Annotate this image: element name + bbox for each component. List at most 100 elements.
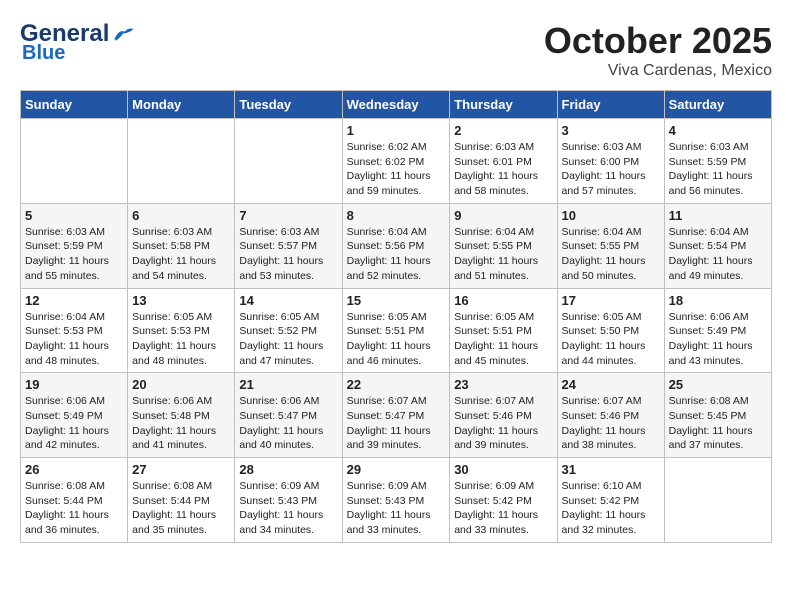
day-number: 8 — [347, 208, 446, 223]
calendar-cell — [21, 119, 128, 204]
calendar-body: 1Sunrise: 6:02 AMSunset: 6:02 PMDaylight… — [21, 119, 772, 543]
day-info: Sunrise: 6:09 AMSunset: 5:43 PMDaylight:… — [347, 479, 446, 538]
calendar-cell: 27 Sunrise: 6:08 AMSunset: 5:44 PMDayligh… — [128, 458, 235, 543]
day-number: 25 — [669, 377, 767, 392]
day-number: 23 — [454, 377, 552, 392]
calendar-cell: 4 Sunrise: 6:03 AMSunset: 5:59 PMDaylight… — [664, 119, 771, 204]
header-cell-saturday: Saturday — [664, 91, 771, 119]
calendar-cell — [235, 119, 342, 204]
day-info: Sunrise: 6:07 AMSunset: 5:46 PMDaylight:… — [562, 394, 660, 453]
calendar-cell: 18 Sunrise: 6:06 AMSunset: 5:49 PMDayligh… — [664, 288, 771, 373]
day-number: 13 — [132, 293, 230, 308]
day-number: 29 — [347, 462, 446, 477]
day-number: 10 — [562, 208, 660, 223]
day-info: Sunrise: 6:03 AMSunset: 5:57 PMDaylight:… — [239, 225, 337, 284]
day-number: 3 — [562, 123, 660, 138]
day-number: 12 — [25, 293, 123, 308]
day-number: 20 — [132, 377, 230, 392]
logo-blue: Blue — [22, 42, 65, 65]
calendar-cell: 8Sunrise: 6:04 AMSunset: 5:56 PMDaylight… — [342, 203, 450, 288]
day-number: 7 — [239, 208, 337, 223]
day-info: Sunrise: 6:06 AMSunset: 5:48 PMDaylight:… — [132, 394, 230, 453]
day-info: Sunrise: 6:08 AMSunset: 5:45 PMDaylight:… — [669, 394, 767, 453]
day-number: 19 — [25, 377, 123, 392]
calendar-cell: 14 Sunrise: 6:05 AMSunset: 5:52 PMDayligh… — [235, 288, 342, 373]
day-number: 30 — [454, 462, 552, 477]
day-number: 2 — [454, 123, 552, 138]
day-info: Sunrise: 6:07 AMSunset: 5:46 PMDaylight:… — [454, 394, 552, 453]
week-row-4: 19 Sunrise: 6:06 AMSunset: 5:49 PMDayligh… — [21, 373, 772, 458]
calendar-header-row: SundayMondayTuesdayWednesdayThursdayFrid… — [21, 91, 772, 119]
calendar-cell: 6Sunrise: 6:03 AMSunset: 5:58 PMDaylight… — [128, 203, 235, 288]
logo: General Blue — [20, 20, 135, 65]
week-row-3: 12 Sunrise: 6:04 AMSunset: 5:53 PMDayligh… — [21, 288, 772, 373]
day-info: Sunrise: 6:02 AMSunset: 6:02 PMDaylight:… — [347, 140, 446, 199]
calendar-cell: 11 Sunrise: 6:04 AMSunset: 5:54 PMDayligh… — [664, 203, 771, 288]
calendar-cell: 12 Sunrise: 6:04 AMSunset: 5:53 PMDayligh… — [21, 288, 128, 373]
day-number: 14 — [239, 293, 337, 308]
day-info: Sunrise: 6:09 AMSunset: 5:43 PMDaylight:… — [239, 479, 337, 538]
day-info: Sunrise: 6:05 AMSunset: 5:51 PMDaylight:… — [454, 310, 552, 369]
day-number: 24 — [562, 377, 660, 392]
day-number: 5 — [25, 208, 123, 223]
header-cell-tuesday: Tuesday — [235, 91, 342, 119]
day-info: Sunrise: 6:03 AMSunset: 6:01 PMDaylight:… — [454, 140, 552, 199]
day-info: Sunrise: 6:03 AMSunset: 5:59 PMDaylight:… — [669, 140, 767, 199]
day-info: Sunrise: 6:10 AMSunset: 5:42 PMDaylight:… — [562, 479, 660, 538]
day-number: 11 — [669, 208, 767, 223]
day-info: Sunrise: 6:04 AMSunset: 5:55 PMDaylight:… — [454, 225, 552, 284]
calendar-cell: 5 Sunrise: 6:03 AMSunset: 5:59 PMDaylight… — [21, 203, 128, 288]
calendar-cell: 28 Sunrise: 6:09 AMSunset: 5:43 PMDayligh… — [235, 458, 342, 543]
day-info: Sunrise: 6:05 AMSunset: 5:51 PMDaylight:… — [347, 310, 446, 369]
calendar-cell: 1Sunrise: 6:02 AMSunset: 6:02 PMDaylight… — [342, 119, 450, 204]
day-number: 27 — [132, 462, 230, 477]
day-number: 4 — [669, 123, 767, 138]
day-info: Sunrise: 6:07 AMSunset: 5:47 PMDaylight:… — [347, 394, 446, 453]
calendar-cell: 30 Sunrise: 6:09 AMSunset: 5:42 PMDayligh… — [450, 458, 557, 543]
calendar-cell: 24 Sunrise: 6:07 AMSunset: 5:46 PMDayligh… — [557, 373, 664, 458]
day-number: 6 — [132, 208, 230, 223]
calendar-cell: 13 Sunrise: 6:05 AMSunset: 5:53 PMDayligh… — [128, 288, 235, 373]
day-number: 17 — [562, 293, 660, 308]
calendar-cell: 7 Sunrise: 6:03 AMSunset: 5:57 PMDaylight… — [235, 203, 342, 288]
day-info: Sunrise: 6:08 AMSunset: 5:44 PMDaylight:… — [25, 479, 123, 538]
calendar-cell: 9 Sunrise: 6:04 AMSunset: 5:55 PMDaylight… — [450, 203, 557, 288]
calendar-cell — [664, 458, 771, 543]
calendar-cell: 20 Sunrise: 6:06 AMSunset: 5:48 PMDayligh… — [128, 373, 235, 458]
day-info: Sunrise: 6:03 AMSunset: 5:59 PMDaylight:… — [25, 225, 123, 284]
header-cell-friday: Friday — [557, 91, 664, 119]
day-info: Sunrise: 6:05 AMSunset: 5:52 PMDaylight:… — [239, 310, 337, 369]
day-info: Sunrise: 6:06 AMSunset: 5:49 PMDaylight:… — [25, 394, 123, 453]
day-info: Sunrise: 6:04 AMSunset: 5:53 PMDaylight:… — [25, 310, 123, 369]
calendar-cell — [128, 119, 235, 204]
day-number: 16 — [454, 293, 552, 308]
calendar-cell: 26 Sunrise: 6:08 AMSunset: 5:44 PMDayligh… — [21, 458, 128, 543]
header-cell-monday: Monday — [128, 91, 235, 119]
week-row-5: 26 Sunrise: 6:08 AMSunset: 5:44 PMDayligh… — [21, 458, 772, 543]
day-number: 28 — [239, 462, 337, 477]
day-number: 18 — [669, 293, 767, 308]
week-row-1: 1Sunrise: 6:02 AMSunset: 6:02 PMDaylight… — [21, 119, 772, 204]
day-number: 31 — [562, 462, 660, 477]
day-info: Sunrise: 6:04 AMSunset: 5:55 PMDaylight:… — [562, 225, 660, 284]
calendar-cell: 2 Sunrise: 6:03 AMSunset: 6:01 PMDaylight… — [450, 119, 557, 204]
header-cell-wednesday: Wednesday — [342, 91, 450, 119]
day-info: Sunrise: 6:05 AMSunset: 5:53 PMDaylight:… — [132, 310, 230, 369]
day-number: 9 — [454, 208, 552, 223]
calendar-cell: 31 Sunrise: 6:10 AMSunset: 5:42 PMDayligh… — [557, 458, 664, 543]
day-info: Sunrise: 6:09 AMSunset: 5:42 PMDaylight:… — [454, 479, 552, 538]
day-number: 26 — [25, 462, 123, 477]
day-number: 15 — [347, 293, 446, 308]
calendar-cell: 22 Sunrise: 6:07 AMSunset: 5:47 PMDayligh… — [342, 373, 450, 458]
day-info: Sunrise: 6:04 AMSunset: 5:54 PMDaylight:… — [669, 225, 767, 284]
calendar-cell: 29 Sunrise: 6:09 AMSunset: 5:43 PMDayligh… — [342, 458, 450, 543]
day-number: 22 — [347, 377, 446, 392]
day-info: Sunrise: 6:03 AMSunset: 6:00 PMDaylight:… — [562, 140, 660, 199]
month-title: October 2025 — [544, 20, 772, 62]
day-info: Sunrise: 6:08 AMSunset: 5:44 PMDaylight:… — [132, 479, 230, 538]
day-info: Sunrise: 6:06 AMSunset: 5:49 PMDaylight:… — [669, 310, 767, 369]
calendar-cell: 25 Sunrise: 6:08 AMSunset: 5:45 PMDayligh… — [664, 373, 771, 458]
calendar-cell: 21Sunrise: 6:06 AMSunset: 5:47 PMDayligh… — [235, 373, 342, 458]
header-cell-sunday: Sunday — [21, 91, 128, 119]
calendar-cell: 10 Sunrise: 6:04 AMSunset: 5:55 PMDayligh… — [557, 203, 664, 288]
